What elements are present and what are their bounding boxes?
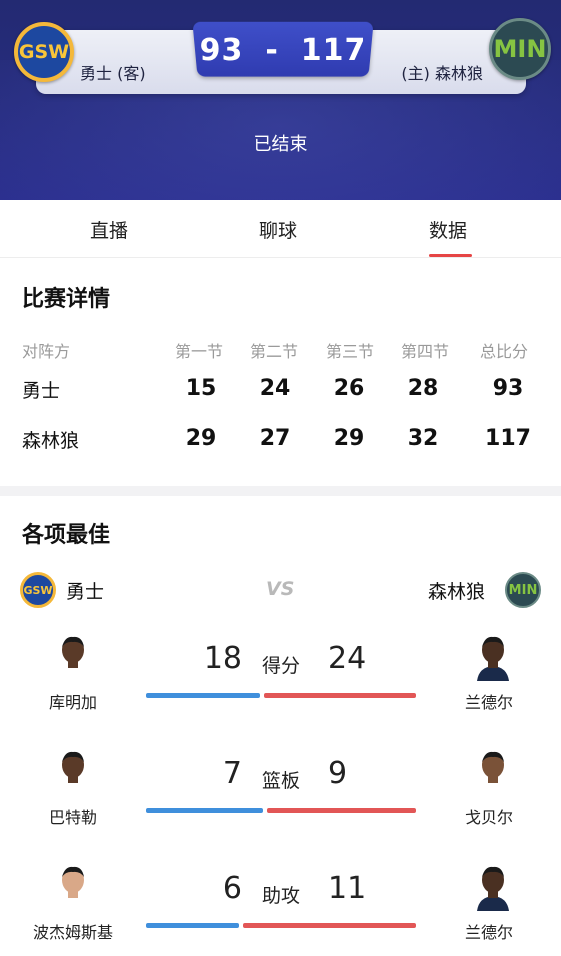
player-avatar[interactable]	[473, 750, 513, 796]
row-team-timberwolves: 森林狼	[22, 430, 80, 452]
active-tab-indicator	[429, 254, 472, 257]
stat-label: 得分	[261, 655, 300, 677]
right-stat-value: 24	[328, 641, 367, 676]
left-player-name[interactable]: 巴特勒	[13, 804, 133, 828]
right-stat-bar	[264, 693, 416, 698]
left-stat-value: 7	[222, 756, 242, 791]
right-player-name[interactable]: 兰德尔	[429, 689, 549, 713]
right-stat-value: 9	[328, 756, 348, 791]
timberwolves-small-logo-icon[interactable]: MIN	[505, 572, 541, 608]
right-stat-bar	[267, 808, 416, 813]
section-divider	[0, 486, 561, 496]
score-cell: 27	[259, 426, 291, 451]
right-player-name[interactable]: 戈贝尔	[429, 804, 549, 828]
left-player-name[interactable]: 库明加	[13, 689, 133, 713]
score-display: 93 - 117	[195, 30, 371, 70]
col-header-q3: 第三节	[326, 342, 375, 361]
match-status: 已结束	[253, 134, 308, 155]
home-score: 117	[300, 32, 367, 68]
home-team-name[interactable]: (主) 森林狼	[401, 60, 483, 84]
col-header-team: 对阵方	[22, 342, 71, 361]
col-header-q1: 第一节	[175, 342, 224, 361]
left-stat-value: 18	[203, 641, 242, 676]
left-stat-bar	[146, 923, 239, 928]
score-cell: 24	[259, 376, 291, 401]
left-stat-bar	[146, 808, 263, 813]
score-cell-total: 93	[492, 376, 524, 401]
tab-data[interactable]: 数据	[429, 216, 467, 243]
score-cell: 15	[185, 376, 217, 401]
right-stat-value: 11	[328, 871, 367, 906]
right-stat-bar	[243, 923, 416, 928]
col-header-q4: 第四节	[401, 342, 450, 361]
score-cell: 29	[333, 426, 365, 451]
match-details-title: 比赛详情	[22, 287, 111, 312]
stat-label: 助攻	[261, 885, 300, 907]
left-team-name[interactable]: 勇士	[66, 577, 104, 604]
score-cell: 32	[407, 426, 439, 451]
player-avatar[interactable]	[473, 865, 513, 911]
score-cell: 28	[407, 376, 439, 401]
left-player-name[interactable]: 波杰姆斯基	[13, 919, 133, 943]
warriors-small-logo-icon[interactable]: GSW	[20, 572, 56, 608]
right-player-name[interactable]: 兰德尔	[429, 919, 549, 943]
row-team-warriors: 勇士	[22, 380, 61, 402]
tab-chat[interactable]: 聊球	[259, 216, 297, 243]
score-cell: 29	[185, 426, 217, 451]
timberwolves-logo-icon[interactable]: MIN	[489, 18, 551, 80]
away-score: 93	[199, 32, 244, 68]
warriors-logo-icon[interactable]: GSW	[14, 22, 74, 82]
right-team-name[interactable]: 森林狼	[428, 577, 485, 604]
score-cell-total: 117	[485, 426, 531, 451]
player-avatar[interactable]	[53, 635, 93, 681]
stat-label: 篮板	[261, 770, 300, 792]
score-separator: -	[265, 32, 279, 68]
player-avatar[interactable]	[53, 750, 93, 796]
player-avatar[interactable]	[473, 635, 513, 681]
score-cell: 26	[333, 376, 365, 401]
left-stat-bar	[146, 693, 260, 698]
match-header: 93 - 117 GSW 勇士 (客) (主) 森林狼 MIN 已结束	[0, 0, 561, 200]
player-avatar[interactable]	[53, 865, 93, 911]
tab-bar: 直播 聊球 数据	[0, 200, 561, 258]
away-team-name[interactable]: 勇士 (客)	[80, 60, 146, 84]
col-header-total: 总比分	[480, 342, 529, 361]
left-stat-value: 6	[222, 871, 242, 906]
col-header-q2: 第二节	[250, 342, 299, 361]
best-players-title: 各项最佳	[22, 523, 111, 548]
vs-label: VS	[266, 578, 295, 600]
tab-live[interactable]: 直播	[90, 216, 128, 243]
